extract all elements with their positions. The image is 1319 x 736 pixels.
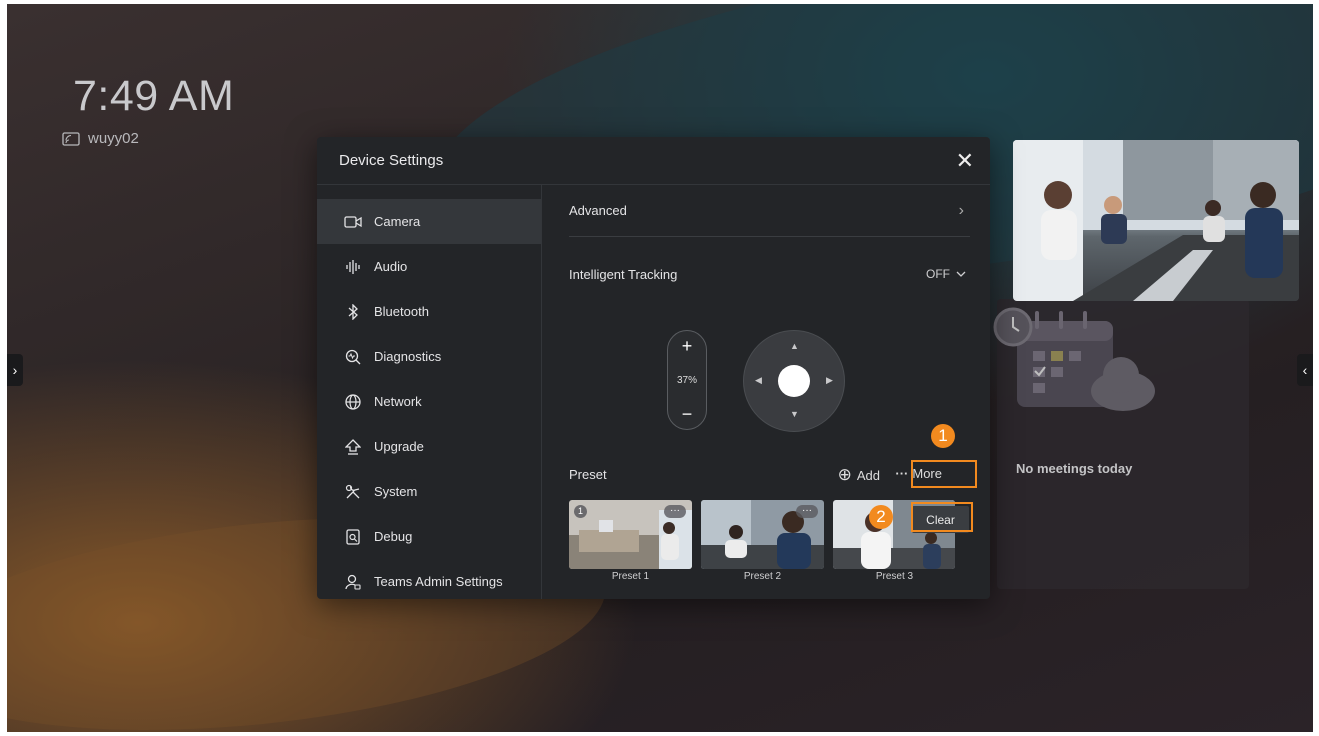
- chevron-right-icon: ›: [958, 201, 964, 219]
- tilt-up-arrow-icon[interactable]: ▲: [790, 341, 799, 351]
- pan-tilt-pad: ▲ ▼ ◀ ▶: [743, 330, 845, 432]
- upgrade-icon: [344, 438, 362, 456]
- preset-label-1: Preset 1: [611, 571, 650, 582]
- zoom-in-button[interactable]: +: [682, 337, 693, 355]
- step-1-highlight: [911, 460, 977, 488]
- diagnostics-icon: [344, 348, 362, 366]
- more-dots-icon: ···: [895, 466, 909, 481]
- pan-left-arrow-icon[interactable]: ◀: [755, 375, 762, 386]
- nav-label: System: [374, 484, 418, 499]
- no-meetings-label: No meetings today: [1016, 461, 1133, 476]
- nav-item-teams-admin[interactable]: Teams Admin Settings: [317, 559, 541, 604]
- nav-label: Teams Admin Settings: [374, 574, 503, 589]
- zoom-out-button[interactable]: −: [682, 405, 693, 423]
- room-info: wuyy02: [62, 130, 139, 147]
- nav-item-upgrade[interactable]: Upgrade: [317, 424, 541, 469]
- nav-label: Diagnostics: [374, 349, 442, 364]
- bluetooth-icon: [344, 303, 362, 321]
- nav-item-debug[interactable]: Debug: [317, 514, 541, 559]
- device-settings-dialog: Device Settings ✕ Camera Audio Bluetooth…: [317, 137, 990, 599]
- zoom-control: + 37% −: [667, 330, 707, 430]
- add-label: Add: [856, 467, 880, 483]
- preset-label: Preset: [569, 467, 607, 482]
- tracking-label: Intelligent Tracking: [569, 266, 678, 282]
- room-name: wuyy02: [88, 130, 139, 147]
- advanced-row[interactable]: Advanced ›: [569, 185, 970, 237]
- step-1-badge: 1: [931, 424, 955, 448]
- intelligent-tracking-row: Intelligent Tracking OFF: [569, 237, 970, 311]
- settings-sidebar: Camera Audio Bluetooth Diagnostics Netwo…: [317, 185, 542, 599]
- chevron-left-icon: ‹: [1302, 362, 1308, 378]
- calendar-illustration: [993, 307, 1155, 411]
- camera-preview: [1013, 140, 1299, 301]
- dialog-header: Device Settings ✕: [317, 137, 990, 185]
- dialog-title: Device Settings: [339, 152, 444, 169]
- tracking-value: OFF: [926, 267, 950, 281]
- preset-thumbnail-1[interactable]: 1 ···: [569, 500, 692, 569]
- preset-number-badge: 1: [574, 505, 587, 518]
- step-2-highlight: [911, 502, 973, 532]
- preset-options-icon[interactable]: ···: [796, 505, 818, 518]
- preset-header: Preset ⊕ Add ··· More: [569, 463, 970, 485]
- preset-thumbnail-2[interactable]: ···: [701, 500, 824, 569]
- zoom-percent: 37%: [676, 374, 697, 386]
- nav-label: Debug: [374, 529, 413, 544]
- globe-icon: [344, 393, 362, 411]
- expand-left-tab[interactable]: ›: [7, 354, 23, 386]
- ptz-controls: + 37% − ▲ ▼ ◀ ▶: [667, 330, 849, 434]
- audio-icon: [344, 258, 362, 276]
- nav-label: Audio: [374, 259, 408, 274]
- advanced-label: Advanced: [569, 203, 627, 218]
- camera-settings-content: Advanced › Intelligent Tracking OFF + 37…: [569, 185, 970, 599]
- nav-item-bluetooth[interactable]: Bluetooth: [317, 289, 541, 334]
- nav-label: Network: [374, 394, 422, 409]
- meetings-panel: [993, 299, 1249, 589]
- preset-options-icon[interactable]: ···: [664, 505, 686, 518]
- cast-screen-icon: [62, 131, 80, 146]
- preset-label-2: Preset 2: [743, 571, 782, 582]
- nav-item-network[interactable]: Network: [317, 379, 541, 424]
- expand-right-tab[interactable]: ‹: [1297, 354, 1313, 386]
- pan-right-arrow-icon[interactable]: ▶: [826, 375, 833, 386]
- chevron-down-icon: [956, 271, 966, 277]
- nav-label: Upgrade: [374, 439, 424, 454]
- step-2-badge: 2: [869, 505, 893, 529]
- admin-user-icon: [344, 573, 362, 591]
- debug-icon: [344, 528, 362, 546]
- nav-item-system[interactable]: System: [317, 469, 541, 514]
- nav-item-audio[interactable]: Audio: [317, 244, 541, 289]
- add-preset-button[interactable]: ⊕ Add: [838, 465, 880, 485]
- joystick-knob[interactable]: [778, 365, 810, 397]
- nav-item-diagnostics[interactable]: Diagnostics: [317, 334, 541, 379]
- close-icon[interactable]: ✕: [956, 148, 974, 174]
- camera-icon: [344, 213, 362, 231]
- tracking-dropdown[interactable]: OFF: [926, 267, 966, 281]
- camera-preview-image: [1013, 140, 1299, 301]
- clock-time: 7:49 AM: [73, 72, 235, 120]
- preset-label-3: Preset 3: [875, 571, 914, 582]
- nav-label: Bluetooth: [374, 304, 429, 319]
- tilt-down-arrow-icon[interactable]: ▼: [790, 409, 799, 419]
- nav-item-camera[interactable]: Camera: [317, 199, 541, 244]
- chevron-right-icon: ›: [12, 362, 18, 378]
- tools-icon: [344, 483, 362, 501]
- nav-label: Camera: [374, 214, 421, 229]
- add-circle-icon: ⊕: [837, 465, 852, 484]
